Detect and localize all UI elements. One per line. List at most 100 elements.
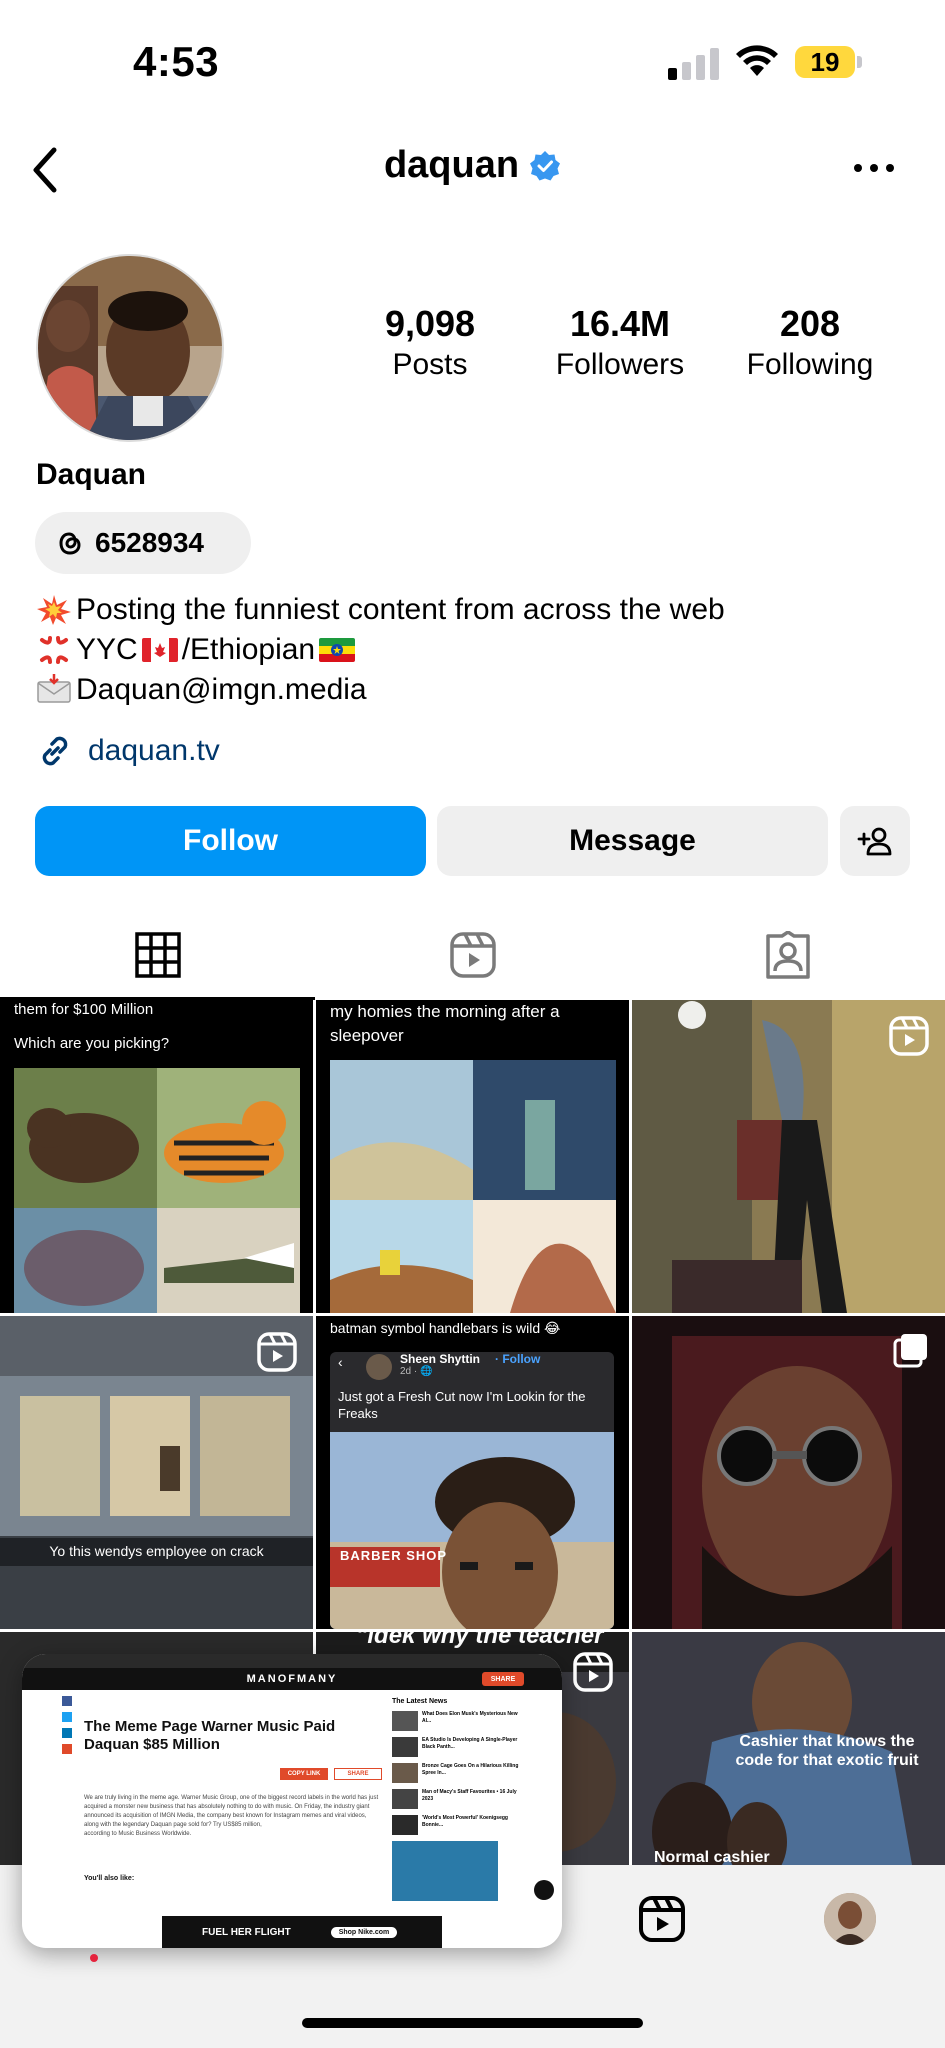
profile-stats: 9,098 Posts 16.4M Followers 208 Followin…: [340, 302, 900, 384]
bio-text-2b: /Ethiopian: [181, 633, 316, 666]
picture-in-picture-window[interactable]: MANOFMANY SHARE The Meme Page Warner Mus…: [22, 1654, 562, 1948]
post-caption: them for $100 Million: [14, 1001, 154, 1018]
copy-link-button[interactable]: COPY LINK: [280, 1768, 328, 1780]
article-body-line: We are truly living in the meme age. War…: [84, 1795, 379, 1801]
sidebar-news-item[interactable]: Bronze Cage Goes On a Hilarious Killing …: [392, 1763, 522, 1783]
profile-avatar[interactable]: [36, 254, 224, 442]
bio-line-1: Posting the funniest content from across…: [36, 590, 725, 630]
article-body-line: along with the legendary Daquan page sol…: [84, 1822, 262, 1828]
share-button[interactable]: SHARE: [334, 1768, 382, 1780]
add-person-icon: [857, 827, 892, 856]
stat-label: Following: [746, 348, 874, 381]
reel-badge-icon: [573, 1652, 613, 1692]
profile-website-link[interactable]: daquan.tv: [36, 732, 220, 770]
tab-tagged[interactable]: [630, 910, 945, 1000]
post-caption: "idek why the teacher: [356, 1632, 604, 1649]
post-caption: batman symbol handlebars is wild 😂: [330, 1320, 561, 1336]
bio-email[interactable]: Daquan@imgn.media: [76, 670, 367, 710]
article-headline: The Meme Page Warner Music Paid Daquan $…: [84, 1718, 336, 1753]
post-caption: Which are you picking?: [14, 1035, 170, 1052]
ad-text: FUEL HER FLIGHT: [202, 1926, 291, 1938]
sidebar-ad-image: [392, 1841, 498, 1901]
social-share-column: [62, 1696, 74, 1766]
stat-posts[interactable]: 9,098 Posts: [340, 302, 520, 384]
suggested-accounts-button[interactable]: [840, 806, 910, 876]
post-caption: Yo this wendys employee on crack: [49, 1543, 264, 1559]
threads-handle: 6528934: [95, 527, 205, 558]
follow-button[interactable]: Follow: [35, 806, 426, 876]
display-name: Daquan: [36, 458, 147, 491]
stat-value: 208: [779, 303, 841, 344]
verified-badge-icon: [530, 150, 561, 180]
website-url: daquan.tv: [88, 734, 220, 767]
threads-icon: [59, 532, 81, 555]
canada-flag-icon: [141, 638, 178, 662]
post-tile[interactable]: them for $100 Million Which are you pick…: [0, 1000, 313, 1313]
envelope-icon: [37, 674, 71, 703]
site-nav-bar: MANOFMANY SHARE: [22, 1668, 562, 1690]
threads-badge[interactable]: 6528934: [35, 512, 251, 574]
article-body-line: according to Music Business Worldwide.: [84, 1831, 192, 1837]
embedded-text: Just got a Fresh Cut now I'm Lookin for …: [338, 1389, 586, 1421]
battery-indicator: 19: [795, 46, 855, 78]
home-indicator[interactable]: [302, 2018, 643, 2028]
stat-following[interactable]: 208 Following: [720, 302, 900, 384]
bio-line-3: Daquan@imgn.media: [36, 670, 725, 710]
recording-indicator-dot: [90, 1954, 98, 1962]
post-tile[interactable]: Cashier that knows the code for that exo…: [632, 1632, 945, 1865]
profile-tabs: [0, 910, 945, 1000]
stat-followers[interactable]: 16.4M Followers: [530, 302, 710, 384]
cellular-signal-icon: [668, 46, 720, 80]
sidebar-news-item[interactable]: EA Studio Is Developing A Single-Player …: [392, 1737, 522, 1757]
post-tile[interactable]: Yo this wendys employee on crack: [0, 1316, 313, 1629]
spongebob-collage-image: [330, 1060, 616, 1313]
battery-tip: [857, 56, 862, 68]
post-tile[interactable]: [632, 1000, 945, 1313]
animals-collage-image: [14, 1068, 300, 1313]
ad-cta-button[interactable]: Shop Nike.com: [330, 1926, 398, 1938]
post-tile[interactable]: batman symbol handlebars is wild 😂 ‹ She…: [316, 1316, 629, 1629]
reels-nav-icon[interactable]: [638, 1895, 686, 1943]
post-caption: Cashier that knows the code for that exo…: [735, 1733, 919, 1769]
collision-icon: [37, 595, 71, 625]
profile-nav-avatar[interactable]: [824, 1893, 876, 1945]
also-like-heading: You'll also like:: [84, 1875, 135, 1882]
profile-bio: Posting the funniest content from across…: [36, 590, 725, 710]
sidebar-title: The Latest News: [392, 1698, 448, 1705]
reel-badge-icon: [257, 1332, 297, 1372]
sidebar-news-item[interactable]: Man of Macy's Staff Favourites • 16 July…: [392, 1789, 522, 1809]
nike-ad-banner[interactable]: FUEL HER FLIGHT Shop Nike.com: [162, 1916, 442, 1948]
post-tile[interactable]: [632, 1316, 945, 1629]
tagged-person-icon: [765, 931, 810, 979]
mmm-logo-badge: [534, 1880, 554, 1900]
reels-icon: [449, 932, 496, 978]
nav-share-button[interactable]: SHARE: [482, 1672, 524, 1686]
anger-symbol-icon: [40, 636, 68, 664]
embedded-author: Sheen Shyttin: [400, 1352, 481, 1366]
stat-value: 9,098: [384, 303, 476, 344]
ethiopia-flag-icon: [319, 638, 356, 662]
bio-text-2a: YYC: [76, 633, 138, 666]
post-caption: my homies the morning after a sleepover: [330, 1002, 560, 1045]
embedded-post: ‹ Sheen Shyttin · Follow 2d · 🌐 Just got…: [330, 1352, 614, 1629]
tab-posts-grid[interactable]: [0, 910, 315, 1000]
post-tile[interactable]: my homies the morning after a sleepover: [316, 1000, 629, 1313]
tab-reels[interactable]: [315, 910, 630, 1000]
more-options-icon[interactable]: [852, 160, 896, 176]
article-page: The Meme Page Warner Music Paid Daquan $…: [22, 1690, 562, 1948]
bio-text-1: Posting the funniest content from across…: [76, 593, 725, 626]
article-body-line: announced its acquisition of IMGN Media,…: [84, 1813, 367, 1819]
sidebar-news-item[interactable]: What Does Elon Musk's Mysterious New AI.…: [392, 1711, 522, 1731]
shop-sign-text: BARBER SHOP: [340, 1548, 448, 1563]
carousel-badge-icon: [893, 1334, 927, 1368]
sidebar-news-item[interactable]: 'World's Most Powerful' Koenigsegg Bonni…: [392, 1815, 522, 1835]
status-time: 4:53: [133, 38, 220, 85]
latest-news-sidebar: The Latest News What Does Elon Musk's My…: [392, 1698, 522, 1901]
stat-label: Posts: [392, 348, 468, 381]
message-button[interactable]: Message: [437, 806, 828, 876]
reel-badge-icon: [889, 1016, 929, 1056]
embedded-follow: · Follow: [495, 1352, 541, 1366]
site-logo: MANOFMANY: [246, 1673, 338, 1685]
stat-label: Followers: [555, 348, 685, 381]
browser-address-bar: [22, 1654, 562, 1668]
